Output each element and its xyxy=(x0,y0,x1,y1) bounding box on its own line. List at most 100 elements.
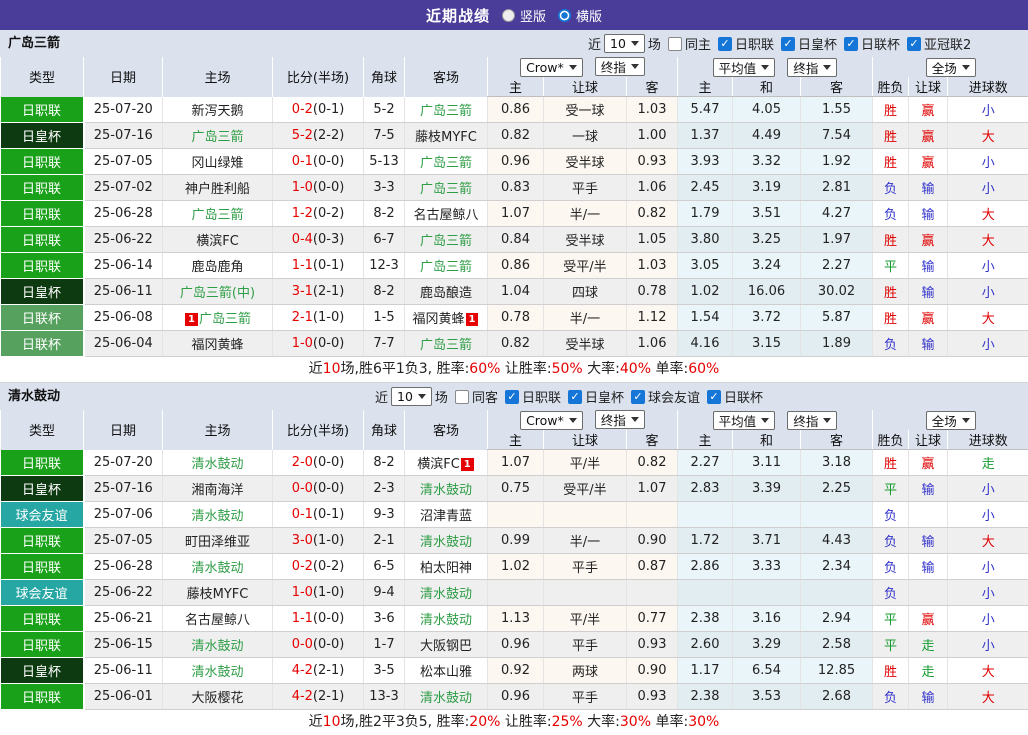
home-team[interactable]: 名古屋鲸八 xyxy=(162,605,273,632)
away-team-name[interactable]: 沼津青蓝 xyxy=(420,509,472,524)
home-team-name[interactable]: 町田泽维亚 xyxy=(185,535,250,550)
home-team-name[interactable]: 广岛三箭 xyxy=(199,312,251,327)
away-team-name[interactable]: 大阪钢巴 xyxy=(420,639,472,654)
bookmaker-select[interactable]: Crow* xyxy=(520,58,583,77)
away-team-name[interactable]: 柏太阳神 xyxy=(420,561,472,576)
away-team-name[interactable]: 清水鼓动 xyxy=(420,613,472,628)
away-team[interactable]: 横滨FC 1 xyxy=(404,449,488,476)
home-team-name[interactable]: 神户胜利船 xyxy=(185,182,250,197)
home-team-name[interactable]: 冈山绿雉 xyxy=(191,156,243,171)
away-team[interactable]: 名古屋鲸八 xyxy=(404,200,488,227)
away-team[interactable]: 广岛三箭 xyxy=(404,330,488,357)
away-team-name[interactable]: 清水鼓动 xyxy=(420,483,472,498)
home-team[interactable]: 广岛三箭 xyxy=(162,122,273,149)
away-team-name[interactable]: 清水鼓动 xyxy=(420,587,472,602)
away-team[interactable]: 广岛三箭 xyxy=(404,226,488,253)
avg-time-select[interactable]: 终指 xyxy=(787,410,838,430)
away-team-name[interactable]: 广岛三箭 xyxy=(420,104,472,119)
home-team[interactable]: 冈山绿雉 xyxy=(162,148,273,175)
bookmaker-select[interactable]: Crow* xyxy=(520,411,583,430)
home-team-name[interactable]: 清水鼓动 xyxy=(191,457,243,472)
away-team[interactable]: 福冈黄蜂 1 xyxy=(404,304,488,331)
home-team[interactable]: 1 广岛三箭 xyxy=(162,304,273,331)
away-team[interactable]: 清水鼓动 xyxy=(404,683,488,710)
league-filter-checkbox[interactable]: ✓ xyxy=(567,389,582,404)
home-team[interactable]: 清水鼓动 xyxy=(162,449,273,476)
home-team[interactable]: 大阪樱花 xyxy=(162,683,273,710)
away-team[interactable]: 清水鼓动 xyxy=(404,605,488,632)
league-filter-checkbox[interactable]: ✓ xyxy=(843,36,858,51)
away-team[interactable]: 广岛三箭 xyxy=(404,96,488,123)
home-team[interactable]: 神户胜利船 xyxy=(162,174,273,201)
match-count-select[interactable]: 10 xyxy=(604,34,645,53)
away-team[interactable]: 松本山雅 xyxy=(404,657,488,684)
home-team[interactable]: 清水鼓动 xyxy=(162,553,273,580)
league-filter-checkbox[interactable]: ✓ xyxy=(780,36,795,51)
away-team-name[interactable]: 清水鼓动 xyxy=(420,691,472,706)
league-filter-checkbox[interactable]: ✓ xyxy=(707,389,721,404)
away-team-name[interactable]: 广岛三箭 xyxy=(420,234,472,249)
odds-time-select[interactable]: 终指 xyxy=(594,57,645,76)
same-venue-checkbox[interactable] xyxy=(667,36,682,51)
radio-vertical-layout[interactable]: 竖版 xyxy=(501,6,546,25)
home-team-name[interactable]: 藤枝MYFC xyxy=(187,587,249,602)
home-team-name[interactable]: 广岛三箭 xyxy=(191,208,243,223)
away-team[interactable]: 广岛三箭 xyxy=(404,174,488,201)
away-team[interactable]: 沼津青蓝 xyxy=(404,501,488,528)
away-team[interactable]: 藤枝MYFC xyxy=(404,122,488,149)
home-team-name[interactable]: 鹿岛鹿角 xyxy=(191,260,243,275)
match-count-select[interactable]: 10 xyxy=(391,387,432,406)
away-team-name[interactable]: 藤枝MYFC xyxy=(415,130,477,145)
away-team-name[interactable]: 广岛三箭 xyxy=(420,260,472,275)
away-team-name[interactable]: 横滨FC xyxy=(417,457,460,472)
home-team-name[interactable]: 湘南海洋 xyxy=(191,483,243,498)
odds-time-select[interactable]: 终指 xyxy=(594,410,645,429)
avg-time-select[interactable]: 终指 xyxy=(787,57,838,77)
radio-horizontal-layout[interactable]: 横版 xyxy=(558,6,602,25)
fulltime-select[interactable]: 全场 xyxy=(925,57,976,77)
home-team[interactable]: 清水鼓动 xyxy=(162,501,273,528)
league-filter-checkbox[interactable]: ✓ xyxy=(907,36,921,51)
home-team-name[interactable]: 广岛三箭(中) xyxy=(180,286,255,301)
home-team[interactable]: 湘南海洋 xyxy=(162,475,273,502)
home-team[interactable]: 藤枝MYFC xyxy=(162,579,273,606)
home-team[interactable]: 町田泽维亚 xyxy=(162,527,273,554)
away-team-name[interactable]: 松本山雅 xyxy=(420,665,472,680)
avg-select[interactable]: 平均值 xyxy=(712,410,776,430)
home-team[interactable]: 广岛三箭(中) xyxy=(162,278,273,305)
radio-icon[interactable] xyxy=(501,8,515,22)
home-team-name[interactable]: 清水鼓动 xyxy=(191,639,243,654)
same-venue-checkbox[interactable] xyxy=(454,389,469,404)
avg-select[interactable]: 平均值 xyxy=(712,57,776,77)
away-team-name[interactable]: 清水鼓动 xyxy=(420,535,472,550)
home-team[interactable]: 清水鼓动 xyxy=(162,657,273,684)
home-team-name[interactable]: 横滨FC xyxy=(196,234,239,249)
fulltime-select[interactable]: 全场 xyxy=(925,410,976,430)
away-team-name[interactable]: 福冈黄蜂 xyxy=(413,312,465,327)
home-team-name[interactable]: 清水鼓动 xyxy=(191,509,243,524)
home-team[interactable]: 广岛三箭 xyxy=(162,200,273,227)
home-team[interactable]: 新泻天鹅 xyxy=(162,96,273,123)
home-team-name[interactable]: 清水鼓动 xyxy=(191,561,243,576)
away-team[interactable]: 清水鼓动 xyxy=(404,475,488,502)
league-filter-checkbox[interactable]: ✓ xyxy=(504,389,519,404)
home-team[interactable]: 清水鼓动 xyxy=(162,631,273,658)
away-team[interactable]: 鹿岛酿造 xyxy=(404,278,488,305)
league-filter-checkbox[interactable]: ✓ xyxy=(630,389,645,404)
home-team-name[interactable]: 广岛三箭 xyxy=(191,130,243,145)
away-team-name[interactable]: 广岛三箭 xyxy=(420,182,472,197)
away-team-name[interactable]: 广岛三箭 xyxy=(420,338,472,353)
home-team-name[interactable]: 新泻天鹅 xyxy=(191,104,243,119)
league-filter-checkbox[interactable]: ✓ xyxy=(717,36,732,51)
away-team-name[interactable]: 鹿岛酿造 xyxy=(420,286,472,301)
home-team-name[interactable]: 大阪樱花 xyxy=(191,691,243,706)
home-team-name[interactable]: 清水鼓动 xyxy=(191,665,243,680)
away-team[interactable]: 广岛三箭 xyxy=(404,148,488,175)
home-team[interactable]: 横滨FC xyxy=(162,226,273,253)
away-team-name[interactable]: 名古屋鲸八 xyxy=(413,208,478,223)
away-team[interactable]: 清水鼓动 xyxy=(404,579,488,606)
home-team[interactable]: 福冈黄蜂 xyxy=(162,330,273,357)
away-team[interactable]: 清水鼓动 xyxy=(404,527,488,554)
away-team[interactable]: 大阪钢巴 xyxy=(404,631,488,658)
home-team[interactable]: 鹿岛鹿角 xyxy=(162,252,273,279)
